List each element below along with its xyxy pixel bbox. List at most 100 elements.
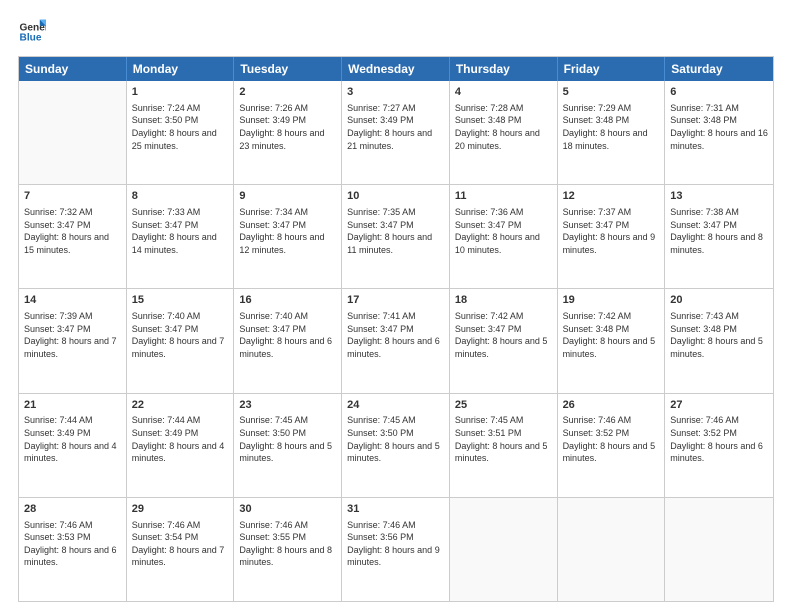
cell-details: Sunrise: 7:28 AM Sunset: 3:48 PM Dayligh… bbox=[455, 102, 552, 152]
cell-details: Sunrise: 7:42 AM Sunset: 3:48 PM Dayligh… bbox=[563, 310, 660, 360]
day-number: 11 bbox=[455, 189, 552, 204]
calendar-cell: 23Sunrise: 7:45 AM Sunset: 3:50 PM Dayli… bbox=[234, 394, 342, 497]
cell-details: Sunrise: 7:27 AM Sunset: 3:49 PM Dayligh… bbox=[347, 102, 444, 152]
calendar-cell: 25Sunrise: 7:45 AM Sunset: 3:51 PM Dayli… bbox=[450, 394, 558, 497]
weekday-header: Monday bbox=[127, 57, 235, 81]
day-number: 22 bbox=[132, 398, 229, 413]
day-number: 8 bbox=[132, 189, 229, 204]
calendar-cell: 21Sunrise: 7:44 AM Sunset: 3:49 PM Dayli… bbox=[19, 394, 127, 497]
calendar-cell: 4 Sunrise: 7:28 AM Sunset: 3:48 PM Daylig… bbox=[450, 81, 558, 184]
day-number: 14 bbox=[24, 293, 121, 308]
day-number: 10 bbox=[347, 189, 444, 204]
day-number: 23 bbox=[239, 398, 336, 413]
calendar-cell: 31Sunrise: 7:46 AM Sunset: 3:56 PM Dayli… bbox=[342, 498, 450, 601]
cell-details: Sunrise: 7:46 AM Sunset: 3:52 PM Dayligh… bbox=[563, 414, 660, 464]
day-number: 3 bbox=[347, 85, 444, 100]
logo: General Blue bbox=[18, 18, 46, 46]
cell-details: Sunrise: 7:34 AM Sunset: 3:47 PM Dayligh… bbox=[239, 206, 336, 256]
svg-text:Blue: Blue bbox=[20, 33, 42, 44]
calendar-cell bbox=[450, 498, 558, 601]
calendar-cell: 27Sunrise: 7:46 AM Sunset: 3:52 PM Dayli… bbox=[665, 394, 773, 497]
calendar: SundayMondayTuesdayWednesdayThursdayFrid… bbox=[18, 56, 774, 602]
cell-details: Sunrise: 7:46 AM Sunset: 3:55 PM Dayligh… bbox=[239, 519, 336, 569]
calendar-cell: 10 Sunrise: 7:35 AM Sunset: 3:47 PM Dayli… bbox=[342, 185, 450, 288]
calendar-cell: 24Sunrise: 7:45 AM Sunset: 3:50 PM Dayli… bbox=[342, 394, 450, 497]
weekday-header: Sunday bbox=[19, 57, 127, 81]
calendar-cell: 2 Sunrise: 7:26 AM Sunset: 3:49 PM Daylig… bbox=[234, 81, 342, 184]
cell-details: Sunrise: 7:33 AM Sunset: 3:47 PM Dayligh… bbox=[132, 206, 229, 256]
calendar-cell: 6Sunrise: 7:31 AM Sunset: 3:48 PM Daylig… bbox=[665, 81, 773, 184]
calendar-cell bbox=[665, 498, 773, 601]
calendar-cell: 29Sunrise: 7:46 AM Sunset: 3:54 PM Dayli… bbox=[127, 498, 235, 601]
calendar-row: 1 Sunrise: 7:24 AM Sunset: 3:50 PM Daylig… bbox=[19, 81, 773, 184]
cell-details: Sunrise: 7:24 AM Sunset: 3:50 PM Dayligh… bbox=[132, 102, 229, 152]
calendar-cell: 9 Sunrise: 7:34 AM Sunset: 3:47 PM Daylig… bbox=[234, 185, 342, 288]
day-number: 27 bbox=[670, 398, 768, 413]
calendar-cell: 16Sunrise: 7:40 AM Sunset: 3:47 PM Dayli… bbox=[234, 289, 342, 392]
calendar-cell: 28 Sunrise: 7:46 AM Sunset: 3:53 PM Dayli… bbox=[19, 498, 127, 601]
calendar-cell: 15 Sunrise: 7:40 AM Sunset: 3:47 PM Dayli… bbox=[127, 289, 235, 392]
calendar-cell: 7 Sunrise: 7:32 AM Sunset: 3:47 PM Daylig… bbox=[19, 185, 127, 288]
calendar-cell: 30Sunrise: 7:46 AM Sunset: 3:55 PM Dayli… bbox=[234, 498, 342, 601]
day-number: 12 bbox=[563, 189, 660, 204]
calendar-cell: 5 Sunrise: 7:29 AM Sunset: 3:48 PM Daylig… bbox=[558, 81, 666, 184]
page-header: General Blue bbox=[18, 18, 774, 46]
cell-details: Sunrise: 7:46 AM Sunset: 3:56 PM Dayligh… bbox=[347, 519, 444, 569]
cell-details: Sunrise: 7:44 AM Sunset: 3:49 PM Dayligh… bbox=[132, 414, 229, 464]
day-number: 21 bbox=[24, 398, 121, 413]
cell-details: Sunrise: 7:46 AM Sunset: 3:52 PM Dayligh… bbox=[670, 414, 768, 464]
cell-details: Sunrise: 7:41 AM Sunset: 3:47 PM Dayligh… bbox=[347, 310, 444, 360]
calendar-row: 7 Sunrise: 7:32 AM Sunset: 3:47 PM Daylig… bbox=[19, 184, 773, 288]
calendar-cell: 20 Sunrise: 7:43 AM Sunset: 3:48 PM Dayli… bbox=[665, 289, 773, 392]
cell-details: Sunrise: 7:38 AM Sunset: 3:47 PM Dayligh… bbox=[670, 206, 768, 256]
day-number: 15 bbox=[132, 293, 229, 308]
calendar-cell bbox=[558, 498, 666, 601]
day-number: 4 bbox=[455, 85, 552, 100]
calendar-cell: 3 Sunrise: 7:27 AM Sunset: 3:49 PM Daylig… bbox=[342, 81, 450, 184]
day-number: 17 bbox=[347, 293, 444, 308]
calendar-cell: 26Sunrise: 7:46 AM Sunset: 3:52 PM Dayli… bbox=[558, 394, 666, 497]
day-number: 20 bbox=[670, 293, 768, 308]
cell-details: Sunrise: 7:42 AM Sunset: 3:47 PM Dayligh… bbox=[455, 310, 552, 360]
weekday-header: Wednesday bbox=[342, 57, 450, 81]
cell-details: Sunrise: 7:44 AM Sunset: 3:49 PM Dayligh… bbox=[24, 414, 121, 464]
day-number: 18 bbox=[455, 293, 552, 308]
day-number: 2 bbox=[239, 85, 336, 100]
cell-details: Sunrise: 7:32 AM Sunset: 3:47 PM Dayligh… bbox=[24, 206, 121, 256]
day-number: 1 bbox=[132, 85, 229, 100]
cell-details: Sunrise: 7:45 AM Sunset: 3:50 PM Dayligh… bbox=[239, 414, 336, 464]
cell-details: Sunrise: 7:45 AM Sunset: 3:51 PM Dayligh… bbox=[455, 414, 552, 464]
weekday-header: Thursday bbox=[450, 57, 558, 81]
calendar-cell: 19Sunrise: 7:42 AM Sunset: 3:48 PM Dayli… bbox=[558, 289, 666, 392]
day-number: 6 bbox=[670, 85, 768, 100]
day-number: 9 bbox=[239, 189, 336, 204]
weekday-header: Friday bbox=[558, 57, 666, 81]
day-number: 5 bbox=[563, 85, 660, 100]
cell-details: Sunrise: 7:45 AM Sunset: 3:50 PM Dayligh… bbox=[347, 414, 444, 464]
day-number: 25 bbox=[455, 398, 552, 413]
cell-details: Sunrise: 7:26 AM Sunset: 3:49 PM Dayligh… bbox=[239, 102, 336, 152]
cell-details: Sunrise: 7:35 AM Sunset: 3:47 PM Dayligh… bbox=[347, 206, 444, 256]
calendar-body: 1 Sunrise: 7:24 AM Sunset: 3:50 PM Daylig… bbox=[19, 81, 773, 601]
day-number: 13 bbox=[670, 189, 768, 204]
calendar-row: 21Sunrise: 7:44 AM Sunset: 3:49 PM Dayli… bbox=[19, 393, 773, 497]
day-number: 28 bbox=[24, 502, 121, 517]
cell-details: Sunrise: 7:46 AM Sunset: 3:54 PM Dayligh… bbox=[132, 519, 229, 569]
calendar-row: 14Sunrise: 7:39 AM Sunset: 3:47 PM Dayli… bbox=[19, 288, 773, 392]
day-number: 7 bbox=[24, 189, 121, 204]
calendar-cell: 8 Sunrise: 7:33 AM Sunset: 3:47 PM Daylig… bbox=[127, 185, 235, 288]
weekday-header: Tuesday bbox=[234, 57, 342, 81]
cell-details: Sunrise: 7:36 AM Sunset: 3:47 PM Dayligh… bbox=[455, 206, 552, 256]
day-number: 24 bbox=[347, 398, 444, 413]
cell-details: Sunrise: 7:40 AM Sunset: 3:47 PM Dayligh… bbox=[132, 310, 229, 360]
calendar-cell bbox=[19, 81, 127, 184]
calendar-cell: 22Sunrise: 7:44 AM Sunset: 3:49 PM Dayli… bbox=[127, 394, 235, 497]
cell-details: Sunrise: 7:29 AM Sunset: 3:48 PM Dayligh… bbox=[563, 102, 660, 152]
calendar-cell: 12 Sunrise: 7:37 AM Sunset: 3:47 PM Dayli… bbox=[558, 185, 666, 288]
cell-details: Sunrise: 7:37 AM Sunset: 3:47 PM Dayligh… bbox=[563, 206, 660, 256]
cell-details: Sunrise: 7:43 AM Sunset: 3:48 PM Dayligh… bbox=[670, 310, 768, 360]
calendar-cell: 11 Sunrise: 7:36 AM Sunset: 3:47 PM Dayli… bbox=[450, 185, 558, 288]
calendar-cell: 13 Sunrise: 7:38 AM Sunset: 3:47 PM Dayli… bbox=[665, 185, 773, 288]
cell-details: Sunrise: 7:46 AM Sunset: 3:53 PM Dayligh… bbox=[24, 519, 121, 569]
cell-details: Sunrise: 7:40 AM Sunset: 3:47 PM Dayligh… bbox=[239, 310, 336, 360]
